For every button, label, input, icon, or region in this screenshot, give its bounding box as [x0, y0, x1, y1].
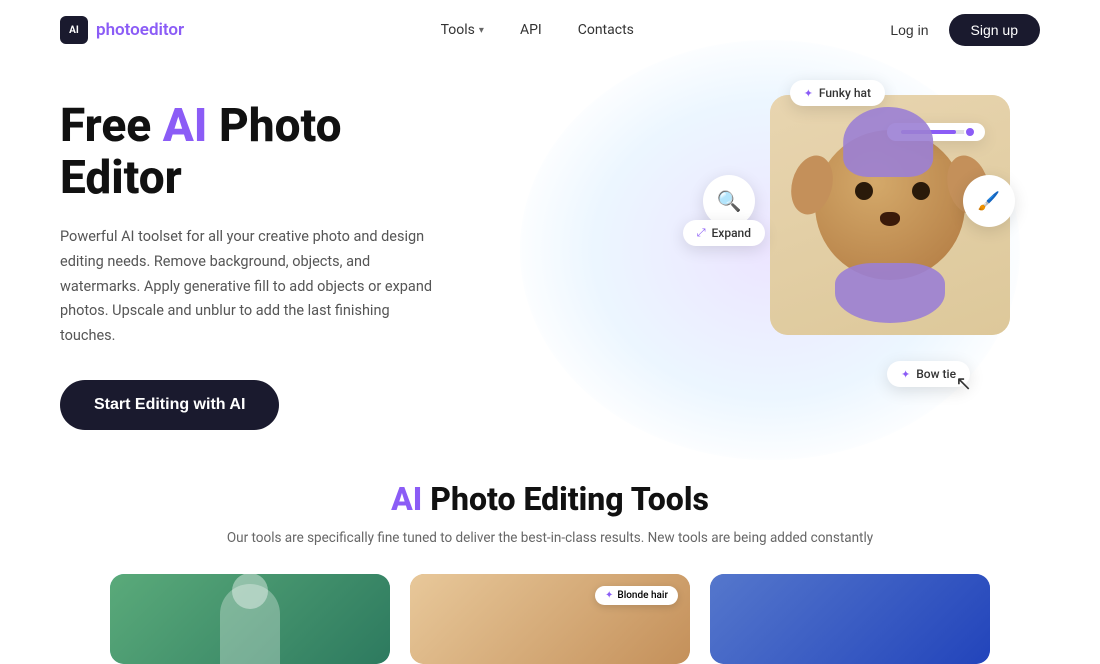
- nav-contacts[interactable]: Contacts: [578, 22, 634, 38]
- tools-section: AI Photo Editing Tools Our tools are spe…: [0, 450, 1100, 664]
- blonde-hair-label: Blonde hair: [617, 590, 668, 601]
- logo-text: photoeditor: [96, 20, 184, 40]
- nav-tools-label: Tools: [441, 22, 475, 38]
- nav-tools[interactable]: Tools ▾: [441, 22, 484, 38]
- start-editing-button[interactable]: Start Editing with AI: [60, 380, 279, 430]
- nav-api-label: API: [520, 22, 542, 38]
- cursor-icon: ↖: [955, 371, 972, 395]
- tools-section-description: Our tools are specifically fine tuned to…: [60, 528, 1040, 550]
- tools-section-title: AI Photo Editing Tools: [60, 480, 1040, 518]
- login-button[interactable]: Log in: [890, 22, 928, 38]
- hero-description: Powerful AI toolset for all your creativ…: [60, 225, 440, 348]
- bow-tie-label: Bow tie: [916, 367, 956, 381]
- tools-title-ai: AI: [391, 480, 422, 518]
- nav-contacts-label: Contacts: [578, 22, 634, 38]
- logo-icon: AI: [60, 16, 88, 44]
- edit-circle[interactable]: 🖌️: [963, 175, 1015, 227]
- sparkle-icon-2: ✦: [901, 368, 910, 381]
- sparkle-icon: ✦: [804, 87, 813, 100]
- nav-api[interactable]: API: [520, 22, 542, 38]
- nav-auth: Log in Sign up: [890, 14, 1040, 46]
- brush-icon: 🖌️: [978, 191, 1000, 212]
- logo[interactable]: AI photoeditor: [60, 16, 184, 44]
- hero-section: Free AI PhotoEditor Powerful AI toolset …: [0, 60, 1100, 450]
- search-icon: 🔍: [717, 189, 742, 213]
- expand-label: Expand: [712, 226, 751, 240]
- tools-title-suffix: Photo Editing Tools: [422, 480, 709, 518]
- slider-thumb: [964, 126, 976, 138]
- person-head: [232, 574, 268, 609]
- bottom-decoration: [835, 263, 945, 323]
- hat-decoration: [843, 107, 933, 177]
- hero-title-ai: AI: [163, 99, 208, 153]
- hero-illustration: ✦ Funky hat 🔍 🖌️ ⤢ Expand ✦ Bow tie: [501, 75, 1040, 455]
- sparkle-icon-3: ✦: [605, 590, 613, 601]
- navigation: AI photoeditor Tools ▾ API Contacts Log …: [0, 0, 1100, 60]
- blonde-hair-chip: ✦ Blonde hair: [595, 586, 678, 605]
- expand-icon: ⤢: [697, 226, 706, 240]
- nav-links: Tools ▾ API Contacts: [441, 22, 634, 38]
- expand-chip: ⤢ Expand: [683, 220, 765, 246]
- signup-button[interactable]: Sign up: [949, 14, 1040, 46]
- funky-hat-chip: ✦ Funky hat: [790, 80, 885, 106]
- hero-title-prefix: Free: [60, 99, 163, 153]
- hero-left: Free AI PhotoEditor Powerful AI toolset …: [60, 100, 501, 431]
- hero-title: Free AI PhotoEditor: [60, 100, 501, 206]
- funky-hat-label: Funky hat: [819, 86, 871, 100]
- chevron-down-icon: ▾: [479, 25, 484, 36]
